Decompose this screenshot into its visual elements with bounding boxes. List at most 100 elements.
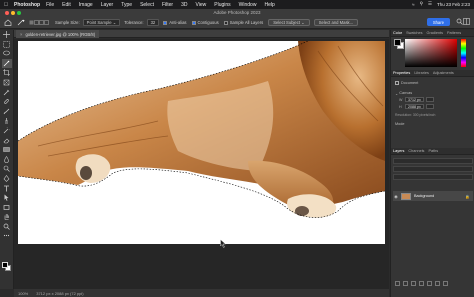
properties-panel-tabs: Properties Libraries Adjustments — [391, 70, 474, 77]
tab-gradients[interactable]: Gradients — [427, 31, 443, 35]
select-and-mask-button[interactable]: Select and Mask... — [313, 19, 359, 26]
lasso-icon — [3, 50, 10, 56]
tolerance-input[interactable]: 32 — [146, 19, 160, 26]
menu-window[interactable]: Window — [239, 2, 257, 8]
workspace-icon[interactable] — [463, 18, 470, 25]
layers-panel-tabs: Layers Channels Paths — [391, 148, 474, 155]
new-group-icon[interactable] — [427, 281, 432, 286]
tool-lasso[interactable] — [2, 49, 12, 58]
wifi-icon[interactable]: ≈ — [412, 2, 414, 7]
lock-row[interactable] — [393, 174, 473, 180]
anti-alias-checkbox[interactable] — [163, 20, 168, 25]
tool-brush[interactable] — [2, 107, 12, 116]
tool-dodge[interactable] — [2, 164, 12, 173]
layer-row-background[interactable]: ◉ Background 🔒 — [393, 191, 473, 201]
color-field[interactable] — [405, 39, 457, 67]
chevron-down-icon: ⌄ — [112, 20, 117, 25]
tool-history-brush[interactable] — [2, 126, 12, 135]
tool-rectangle[interactable] — [2, 203, 12, 212]
tab-swatches[interactable]: Swatches — [406, 31, 422, 35]
blur-icon — [4, 155, 9, 163]
orientation-landscape-icon[interactable] — [425, 104, 434, 109]
menu-file[interactable]: File — [46, 2, 54, 8]
menu-app-name[interactable]: Photoshop — [14, 2, 40, 8]
tool-eraser[interactable] — [2, 136, 12, 145]
trash-icon[interactable] — [443, 281, 448, 286]
tab-channels[interactable]: Channels — [408, 149, 424, 153]
tool-frame[interactable] — [2, 78, 12, 87]
tab-paths[interactable]: Paths — [428, 149, 438, 153]
sample-all-layers-checkbox[interactable] — [223, 20, 228, 25]
tab-libraries[interactable]: Libraries — [414, 71, 429, 75]
orientation-portrait-icon[interactable] — [425, 97, 434, 102]
control-center-icon[interactable]: ☰ — [428, 1, 432, 7]
tool-marquee[interactable] — [2, 40, 12, 49]
link-layers-icon[interactable] — [395, 281, 400, 286]
foreground-color-swatch[interactable] — [2, 262, 8, 268]
tab-color[interactable]: Color — [393, 31, 402, 35]
panel-foreground-swatch[interactable] — [394, 39, 401, 46]
tab-patterns[interactable]: Patterns — [447, 31, 461, 35]
close-tab-icon[interactable]: × — [20, 32, 22, 37]
tool-blur[interactable] — [2, 155, 12, 164]
clock[interactable]: Thu 23 Feb 2:23 — [437, 2, 470, 7]
eye-icon[interactable]: ◉ — [393, 194, 399, 199]
selection-mode-buttons[interactable] — [26, 19, 52, 26]
menu-plugins[interactable]: Plugins — [214, 2, 230, 8]
menu-image[interactable]: Image — [79, 2, 93, 8]
menu-layer[interactable]: Layer — [101, 2, 114, 8]
search-icon[interactable]: ⚲ — [420, 1, 423, 7]
tool-more[interactable] — [2, 231, 12, 240]
tool-gradient[interactable] — [2, 145, 12, 154]
frame-icon — [3, 79, 10, 86]
tool-crop[interactable] — [2, 68, 12, 77]
tool-clone-stamp[interactable] — [2, 116, 12, 125]
new-layer-icon[interactable] — [435, 281, 440, 286]
magic-wand-icon[interactable] — [16, 19, 26, 26]
tool-move[interactable] — [2, 30, 12, 39]
document-tab[interactable]: × golden-retriever.jpg @ 100% (RGB/8) — [16, 30, 100, 38]
tool-zoom[interactable] — [2, 222, 12, 231]
contiguous-checkbox[interactable] — [191, 20, 196, 25]
tool-eyedropper[interactable] — [2, 88, 12, 97]
tool-path-selection[interactable] — [2, 193, 12, 202]
menu-view[interactable]: View — [196, 2, 207, 8]
search-icon[interactable] — [456, 18, 463, 25]
tool-pen[interactable] — [2, 174, 12, 183]
menu-edit[interactable]: Edit — [62, 2, 71, 8]
menu-type[interactable]: Type — [121, 2, 132, 8]
home-icon[interactable] — [4, 19, 12, 26]
tab-properties[interactable]: Properties — [393, 71, 410, 75]
lock-icon[interactable]: 🔒 — [465, 194, 470, 199]
apple-icon[interactable]:  — [4, 2, 10, 8]
tool-type[interactable] — [2, 184, 12, 193]
zoom-level[interactable]: 100% — [18, 291, 28, 296]
width-input[interactable]: 3712 px — [405, 97, 424, 102]
share-label: Share — [432, 19, 444, 25]
select-subject-button[interactable]: Select Subject ⌄ — [268, 19, 310, 26]
height-input[interactable]: 2088 px — [405, 104, 424, 109]
selection-mode-icons[interactable] — [29, 19, 49, 26]
menubar-status-area: ≈ ⚲ ☰ Thu 23 Feb 2:23 — [407, 1, 470, 7]
adjustment-layer-icon[interactable] — [419, 281, 424, 286]
tab-layers[interactable]: Layers — [393, 149, 404, 153]
image-canvas[interactable] — [18, 41, 385, 244]
tool-hand[interactable] — [2, 212, 12, 221]
tab-adjustments[interactable]: Adjustments — [433, 71, 454, 75]
blend-mode-row[interactable] — [393, 166, 473, 172]
fx-icon[interactable] — [403, 281, 408, 286]
hue-slider[interactable] — [461, 39, 466, 67]
sample-size-select[interactable]: Point Sample ⌄ — [82, 19, 121, 26]
menu-filter[interactable]: Filter — [162, 2, 173, 8]
tool-healing-brush[interactable] — [2, 97, 12, 106]
menu-help[interactable]: Help — [264, 2, 274, 8]
width-row: W 3712 px — [391, 96, 474, 103]
share-button[interactable]: Share — [426, 18, 450, 26]
layer-filter-row[interactable] — [393, 158, 473, 164]
menu-select[interactable]: Select — [140, 2, 154, 8]
tool-magic-wand[interactable] — [1, 58, 12, 68]
menu-3d[interactable]: 3D — [181, 2, 187, 8]
options-bar: Adobe Photoshop 2023 Sample Size: Point … — [0, 9, 474, 29]
canvas-workspace[interactable] — [14, 39, 389, 289]
add-mask-icon[interactable] — [411, 281, 416, 286]
